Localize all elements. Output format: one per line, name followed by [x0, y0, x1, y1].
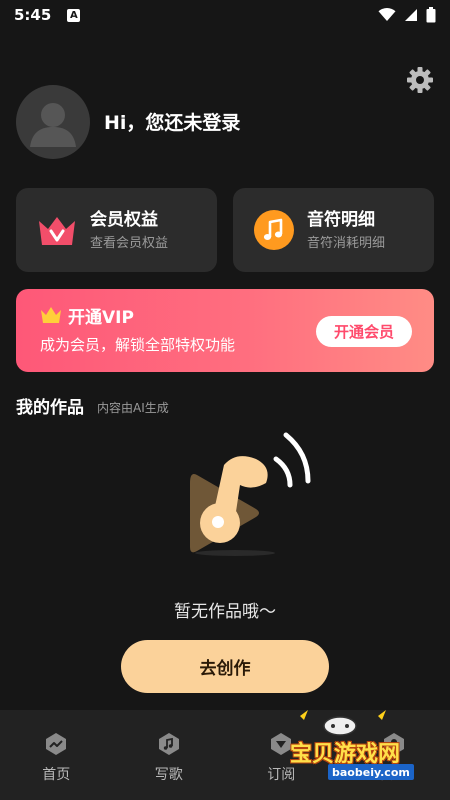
vip-subtitle: 成为会员，解锁全部特权功能 [40, 336, 236, 354]
notification-icon: A [67, 8, 81, 22]
gear-icon [407, 67, 433, 93]
music-note-icon [254, 210, 294, 250]
settings-button[interactable] [406, 66, 434, 94]
nav-item-home[interactable]: 首页 [0, 710, 113, 800]
card-subtitle: 音符消耗明细 [307, 236, 386, 251]
signal-icon [405, 9, 417, 21]
avatar[interactable] [16, 85, 90, 159]
vip-banner[interactable]: 开通VIP 成为会员，解锁全部特权功能 开通会员 [16, 289, 434, 372]
card-subtitle: 查看会员权益 [90, 236, 169, 251]
vip-title: 开通VIP [68, 308, 134, 328]
status-icons [378, 7, 436, 23]
card-title: 会员权益 [90, 210, 158, 230]
music-play-illustration [190, 432, 311, 556]
status-bar: 5:45 A [0, 0, 450, 30]
crown-icon [41, 307, 61, 323]
create-button[interactable]: 去创作 [121, 640, 329, 693]
watermark-url: baobeiy.com [328, 764, 414, 780]
card-title: 音符明细 [307, 210, 375, 230]
membership-benefits-card[interactable]: 会员权益 查看会员权益 [16, 188, 217, 272]
works-section-title: 我的作品 [16, 398, 84, 418]
user-silhouette-icon [30, 103, 76, 147]
battery-icon [426, 7, 436, 23]
song-write-icon [158, 733, 179, 755]
nav-label: 首页 [42, 767, 71, 783]
crown-badge-icon [39, 217, 75, 245]
note-details-card[interactable]: 音符明细 音符消耗明细 [233, 188, 434, 272]
wifi-icon [378, 8, 396, 21]
ai-generated-note: 内容由AI生成 [97, 401, 169, 415]
nav-label: 写歌 [154, 767, 183, 783]
login-greeting[interactable]: Hi，您还未登录 [104, 108, 240, 135]
status-time: 5:45 [14, 6, 52, 24]
nav-item-write-song[interactable]: 写歌 [113, 710, 226, 800]
empty-state-text: 暂无作品哦～ [174, 602, 276, 622]
home-icon [46, 733, 67, 755]
open-membership-button[interactable]: 开通会员 [316, 316, 412, 347]
